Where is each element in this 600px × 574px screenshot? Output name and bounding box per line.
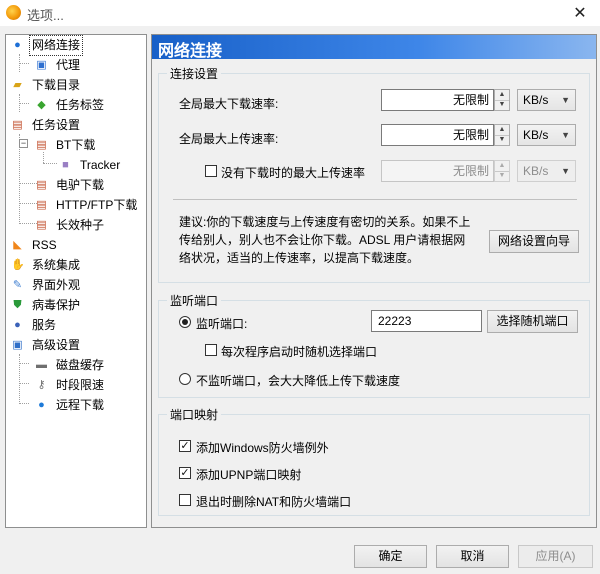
random-port-button[interactable]: 选择随机端口 (487, 310, 578, 333)
clipboard-icon: ▤ (36, 139, 47, 151)
idle-upload-unit-select[interactable]: KB/s ▼ (517, 160, 576, 182)
settings-panel: 网络连接 连接设置 全局最大下载速率: 无限制 ▲ ▼ KB/s ▼ 全局最大上… (151, 34, 597, 528)
ok-button[interactable]: 确定 (354, 545, 427, 568)
tree-item-label: 电驴下载 (56, 178, 105, 192)
brush-icon: ✎ (12, 279, 23, 291)
select-value: KB/s (523, 93, 549, 107)
tree-item-label: 远程下载 (56, 398, 105, 412)
globe-icon: ● (38, 399, 45, 411)
listen-port-radio[interactable] (179, 316, 191, 328)
max-download-label: 全局最大下载速率: (179, 97, 279, 111)
tree-item-label: Tracker (80, 158, 121, 172)
folder-open-icon: ▰ (13, 79, 22, 91)
max-download-input[interactable]: 无限制 (381, 89, 494, 111)
listen-port-group: 监听端口 监听端口: 22223 选择随机端口 每次程序启动时随机选择端口 不监… (158, 292, 590, 398)
network-wizard-button[interactable]: 网络设置向导 (489, 230, 579, 253)
cube-icon: ■ (62, 159, 69, 171)
select-value: KB/s (523, 128, 549, 142)
apply-button[interactable]: 应用(A) (518, 545, 593, 568)
max-upload-label: 全局最大上传速率: (179, 132, 279, 146)
advice-text-line1: 建议:你的下载速度与上传速度有密切的关系。如果不上 (179, 215, 471, 229)
tree-item-label: RSS (32, 238, 57, 252)
collapse-bt-toggle[interactable]: − (19, 139, 28, 148)
no-listen-label: 不监听端口，会大大降低上传下载速度 (196, 374, 401, 388)
key-icon: ⚷ (37, 379, 46, 391)
spin-down-icon[interactable]: ▼ (495, 135, 509, 145)
no-listen-radio[interactable] (179, 373, 191, 385)
max-upload-input[interactable]: 无限制 (381, 124, 494, 146)
spin-down-icon[interactable]: ▼ (495, 100, 509, 110)
rss-icon: ◣ (13, 239, 22, 251)
advice-text-line2: 传给别人，别人也不会让你下载。ADSL 用户请根据网 (179, 233, 466, 247)
port-mapping-group: 端口映射 ✓ 添加Windows防火墙例外 ✓ 添加UPNP端口映射 退出时删除… (158, 406, 590, 516)
spin-down-icon[interactable]: ▼ (495, 171, 509, 181)
max-upload-unit-select[interactable]: KB/s ▼ (517, 124, 576, 146)
window-icon: ▣ (12, 339, 23, 351)
idle-upload-checkbox[interactable] (205, 165, 217, 177)
clipboard-icon: ▤ (36, 179, 47, 191)
tree-item-label: 长效种子 (56, 218, 105, 232)
tag-icon: ◆ (37, 99, 46, 111)
users-icon: ● (14, 319, 21, 331)
upnp-mapping-checkbox[interactable]: ✓ (179, 467, 191, 479)
clipboard-icon: ▤ (36, 199, 47, 211)
max-upload-spinner[interactable]: ▲ ▼ (494, 124, 510, 146)
upnp-mapping-label: 添加UPNP端口映射 (196, 468, 302, 482)
close-button[interactable]: ✕ (570, 3, 590, 23)
tree-item-label: 系统集成 (32, 258, 81, 272)
tree-item-label: 时段限速 (56, 378, 105, 392)
idle-upload-label: 没有下载时的最大上传速率 (221, 166, 366, 180)
tree-item-label: 服务 (32, 318, 57, 332)
chevron-down-icon: ▼ (561, 130, 570, 140)
window-title: 选项... (27, 8, 64, 23)
app-icon (6, 5, 21, 20)
tree-item-label: 任务设置 (32, 118, 81, 132)
disk-icon: ▬ (36, 359, 47, 371)
tree-item-label: 代理 (56, 58, 81, 72)
firewall-exception-label: 添加Windows防火墙例外 (196, 441, 329, 455)
idle-upload-spinner[interactable]: ▲ ▼ (494, 160, 510, 182)
firewall-exception-checkbox[interactable]: ✓ (179, 440, 191, 452)
panel-title: 网络连接 (158, 43, 223, 60)
tree-item-label: 磁盘缓存 (56, 358, 105, 372)
tree-item-label: BT下载 (56, 138, 96, 152)
group-title: 端口映射 (167, 406, 222, 423)
remove-ports-label: 退出时删除NAT和防火墙端口 (196, 495, 352, 509)
shield-icon: ⛊ (13, 299, 22, 311)
clipboard-icon: ▤ (12, 119, 23, 131)
hand-icon: ✋ (11, 259, 25, 271)
chevron-down-icon: ▼ (561, 95, 570, 105)
max-download-unit-select[interactable]: KB/s ▼ (517, 89, 576, 111)
globe-icon: ● (14, 39, 21, 51)
connection-group: 连接设置 全局最大下载速率: 无限制 ▲ ▼ KB/s ▼ 全局最大上传速率: … (158, 65, 590, 283)
divider (173, 199, 577, 200)
tree-item-label: HTTP/FTP下载 (56, 198, 138, 212)
group-title: 连接设置 (167, 65, 222, 82)
random-on-start-checkbox[interactable] (205, 344, 217, 356)
max-download-spinner[interactable]: ▲ ▼ (494, 89, 510, 111)
tree-item-label: 高级设置 (32, 338, 81, 352)
random-on-start-label: 每次程序启动时随机选择端口 (221, 345, 378, 359)
listen-port-input[interactable]: 22223 (371, 310, 482, 332)
idle-upload-input[interactable]: 无限制 (381, 160, 494, 182)
advice-text-line3: 络状况，适当的上传速率，以提高下载速度。 (179, 251, 420, 265)
clipboard-icon: ▤ (36, 219, 47, 231)
panel-header: 网络连接 (152, 35, 596, 60)
tree-item-label: 下载目录 (32, 78, 81, 92)
remove-ports-checkbox[interactable] (179, 494, 191, 506)
cancel-button[interactable]: 取消 (436, 545, 509, 568)
tree-item-label: 界面外观 (32, 278, 81, 292)
title-bar: 选项... ✕ (0, 0, 600, 26)
network-computer-icon: ▣ (36, 59, 47, 71)
select-value: KB/s (523, 164, 549, 178)
options-tree: − ● 网络连接 ▣ 代理 ▰ 下载目录 ◆ 任务标签 ▤ 任务设置 ▤ BT下… (5, 34, 147, 528)
group-title: 监听端口 (167, 292, 222, 309)
listen-port-label: 监听端口: (196, 317, 248, 331)
chevron-down-icon: ▼ (561, 166, 570, 176)
tree-item-label: 任务标签 (56, 98, 105, 112)
tree-item-label: 网络连接 (28, 35, 84, 56)
tree-item-label: 病毒保护 (32, 298, 81, 312)
